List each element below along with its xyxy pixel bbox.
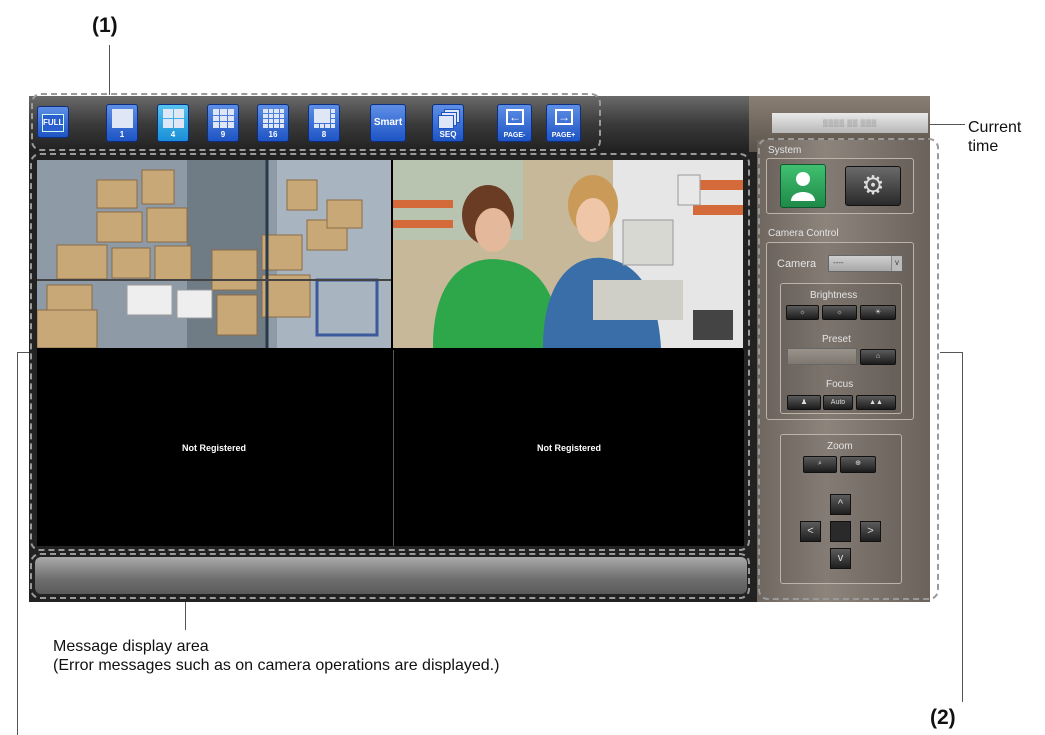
video-area-highlight-outline (30, 153, 750, 551)
side-panel-highlight-outline (758, 138, 939, 600)
callout-2-leader-h (940, 352, 962, 353)
callout-1-leader (109, 45, 110, 95)
message-area-title: Message display area (53, 638, 209, 655)
video-area-leader (17, 352, 18, 735)
callout-2: (2) (930, 706, 956, 729)
callout-1: (1) (92, 14, 118, 37)
current-time-display: ▒▒▒▒ ▒▒ ▒▒▒ (772, 113, 928, 133)
message-area-description: (Error messages such as on camera operat… (53, 657, 500, 674)
message-callout-leader (185, 602, 186, 630)
message-area-highlight-outline (30, 553, 750, 599)
current-time-callout: Current time (968, 119, 1022, 155)
callout-2-leader (962, 352, 963, 702)
toolbar-highlight-outline (31, 93, 601, 151)
